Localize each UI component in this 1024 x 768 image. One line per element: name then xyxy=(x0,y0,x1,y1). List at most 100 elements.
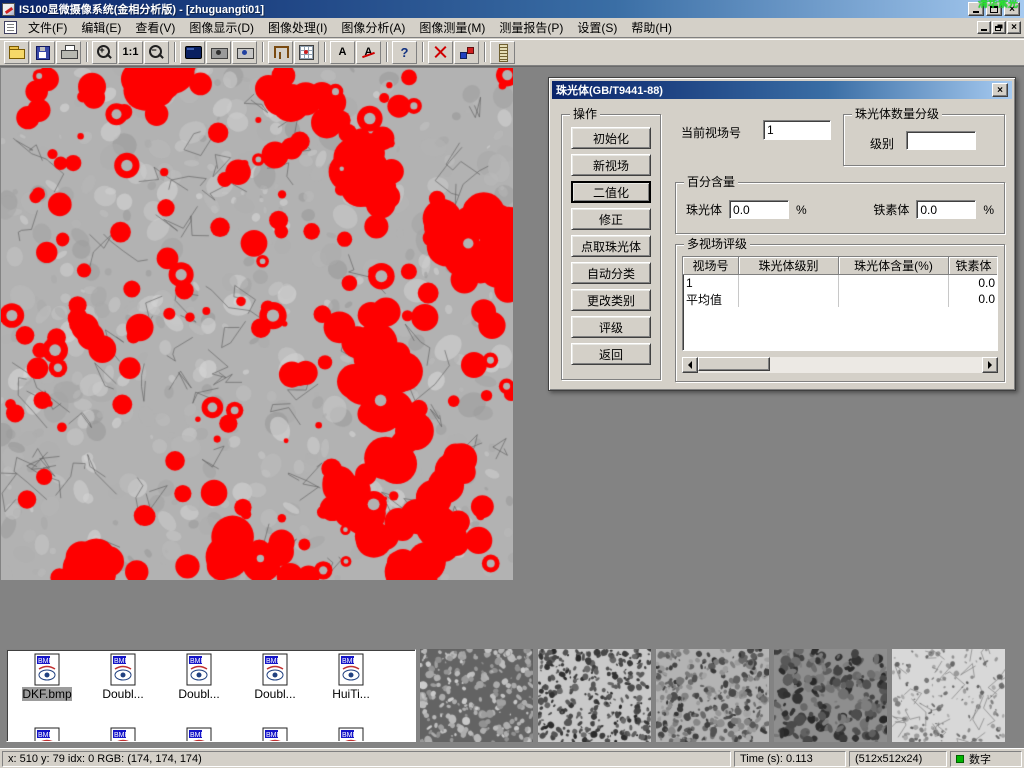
file-item[interactable]: BMP xyxy=(238,727,312,742)
cut-tool-icon xyxy=(432,44,449,60)
capture-button[interactable] xyxy=(206,41,231,64)
text-annotation-button[interactable]: A xyxy=(330,41,355,64)
menu-item-6[interactable]: 图像分析(A) xyxy=(334,17,412,38)
menu-bar: 文件(F)编辑(E)查看(V)图像显示(D)图像处理(I)图像分析(A)图像测量… xyxy=(0,18,1024,38)
table-row[interactable]: 平均值0.0 xyxy=(683,291,997,307)
font-style-button[interactable]: A xyxy=(356,41,381,64)
file-label: Doubl... xyxy=(162,687,236,701)
scrollbar-track[interactable] xyxy=(698,357,982,373)
operation-button-7[interactable]: 更改类别 xyxy=(571,289,651,311)
column-header-1[interactable]: 视场号 xyxy=(683,257,739,275)
operation-button-6[interactable]: 自动分类 xyxy=(571,262,651,284)
minimize-button[interactable] xyxy=(968,2,984,16)
live-image-button[interactable] xyxy=(180,41,205,64)
mdi-close-button[interactable]: × xyxy=(1007,21,1021,34)
menu-item-3[interactable]: 查看(V) xyxy=(128,17,182,38)
cursor-position-status: x: 510 y: 79 idx: 0 RGB: (174, 174, 174) xyxy=(2,751,731,767)
operation-button-2[interactable]: 新视场 xyxy=(571,154,651,176)
svg-text:BMP: BMP xyxy=(190,658,206,665)
file-item[interactable]: BMP xyxy=(86,727,160,742)
file-item[interactable]: BMP xyxy=(10,727,84,742)
column-header-3[interactable]: 珠光体含量(%) xyxy=(839,257,949,275)
svg-text:BMP: BMP xyxy=(38,732,54,739)
zoom-out-button[interactable]: − xyxy=(144,41,169,64)
open-button[interactable] xyxy=(4,41,29,64)
toolbar-separator xyxy=(262,42,264,62)
metallographic-image[interactable] xyxy=(1,68,513,580)
operation-button-3[interactable]: 二值化 xyxy=(571,181,651,203)
table-cell xyxy=(839,291,949,307)
operation-buttons: 初始化新视场二值化修正点取珠光体自动分类更改类别评级返回 xyxy=(562,115,660,365)
menu-item-4[interactable]: 图像显示(D) xyxy=(182,17,261,38)
menu-item-7[interactable]: 图像测量(M) xyxy=(412,17,492,38)
file-item[interactable]: BMPDKF.bmp xyxy=(10,653,84,701)
dialog-title-bar[interactable]: 珠光体(GB/T9441-88) × xyxy=(552,81,1012,99)
file-item[interactable]: BMPDoubl... xyxy=(238,653,312,701)
current-view-input[interactable] xyxy=(763,120,831,140)
close-button[interactable]: × xyxy=(1004,2,1020,16)
thumbnail-image-2[interactable] xyxy=(538,649,651,742)
multiview-table[interactable]: 视场号珠光体级别珠光体含量(%)铁素体10.0平均值0.0 xyxy=(682,256,998,351)
file-item[interactable]: BMPHuiTi... xyxy=(314,653,388,701)
toolbar-separator xyxy=(484,42,486,62)
column-header-2[interactable]: 珠光体级别 xyxy=(739,257,839,275)
dialog-close-button[interactable]: × xyxy=(992,83,1008,97)
mdi-minimize-button[interactable] xyxy=(977,21,991,34)
scroll-right-button[interactable] xyxy=(982,357,998,373)
video-setup-button[interactable] xyxy=(232,41,257,64)
operation-button-1[interactable]: 初始化 xyxy=(571,127,651,149)
table-cell: 1 xyxy=(683,275,739,291)
menu-item-8[interactable]: 测量报告(P) xyxy=(492,17,570,38)
video-setup-icon xyxy=(236,44,253,60)
column-header-4[interactable]: 铁素体 xyxy=(949,257,998,275)
file-label: HuiTi... xyxy=(314,687,388,701)
mode-status: 数字 xyxy=(950,751,1022,767)
operation-button-8[interactable]: 评级 xyxy=(571,316,651,338)
file-item[interactable]: BMP xyxy=(162,727,236,742)
thumbnail-image-5[interactable] xyxy=(892,649,1005,742)
help-button[interactable]: ? xyxy=(392,41,417,64)
actual-size-icon: 1:1 xyxy=(122,44,139,60)
thumbnail-image-1[interactable] xyxy=(420,649,533,742)
bmp-file-icon: BMP xyxy=(162,653,236,687)
file-item[interactable]: BMP xyxy=(314,727,388,742)
document-icon[interactable] xyxy=(4,21,17,34)
scroll-left-button[interactable] xyxy=(682,357,698,373)
actual-size-button[interactable]: 1:1 xyxy=(118,41,143,64)
measure-caliper-button[interactable] xyxy=(268,41,293,64)
scrollbar-thumb[interactable] xyxy=(698,357,770,371)
minimize-icon xyxy=(973,11,979,13)
measure-grid-button[interactable] xyxy=(294,41,319,64)
marker-tool-button[interactable] xyxy=(454,41,479,64)
table-horizontal-scrollbar[interactable] xyxy=(682,357,998,373)
grade-group: 珠光体数量分级 级别 xyxy=(843,114,1005,166)
mdi-restore-button[interactable] xyxy=(992,21,1006,34)
file-item[interactable]: BMP Doubl... xyxy=(162,653,236,701)
minimize-icon xyxy=(981,29,987,31)
operation-button-4[interactable]: 修正 xyxy=(571,208,651,230)
print-button[interactable] xyxy=(56,41,81,64)
menu-item-1[interactable]: 文件(F) xyxy=(21,17,74,38)
mode-indicator-icon xyxy=(956,755,964,763)
operation-group-label: 操作 xyxy=(570,108,600,121)
operation-button-5[interactable]: 点取珠光体 xyxy=(571,235,651,257)
cut-tool-button[interactable] xyxy=(428,41,453,64)
operation-button-9[interactable]: 返回 xyxy=(571,343,651,365)
toolbar-separator xyxy=(174,42,176,62)
svg-text:BMP: BMP xyxy=(342,732,358,739)
save-button[interactable] xyxy=(30,41,55,64)
thumbnail-image-4[interactable] xyxy=(774,649,887,742)
grade-input[interactable] xyxy=(906,131,976,150)
ruler-tool-button[interactable] xyxy=(490,41,515,64)
menu-item-2[interactable]: 编辑(E) xyxy=(74,17,128,38)
menu-item-10[interactable]: 帮助(H) xyxy=(624,17,679,38)
table-row[interactable]: 10.0 xyxy=(683,275,997,291)
menu-item-5[interactable]: 图像处理(I) xyxy=(261,17,334,38)
maximize-button[interactable] xyxy=(986,2,1002,16)
menu-item-9[interactable]: 设置(S) xyxy=(570,17,624,38)
percent-field-input-2[interactable] xyxy=(916,200,976,219)
percent-field-input-1[interactable] xyxy=(729,200,789,219)
thumbnail-image-3[interactable] xyxy=(656,649,769,742)
zoom-in-button[interactable]: + xyxy=(92,41,117,64)
file-item[interactable]: BMPDoubl... xyxy=(86,653,160,701)
